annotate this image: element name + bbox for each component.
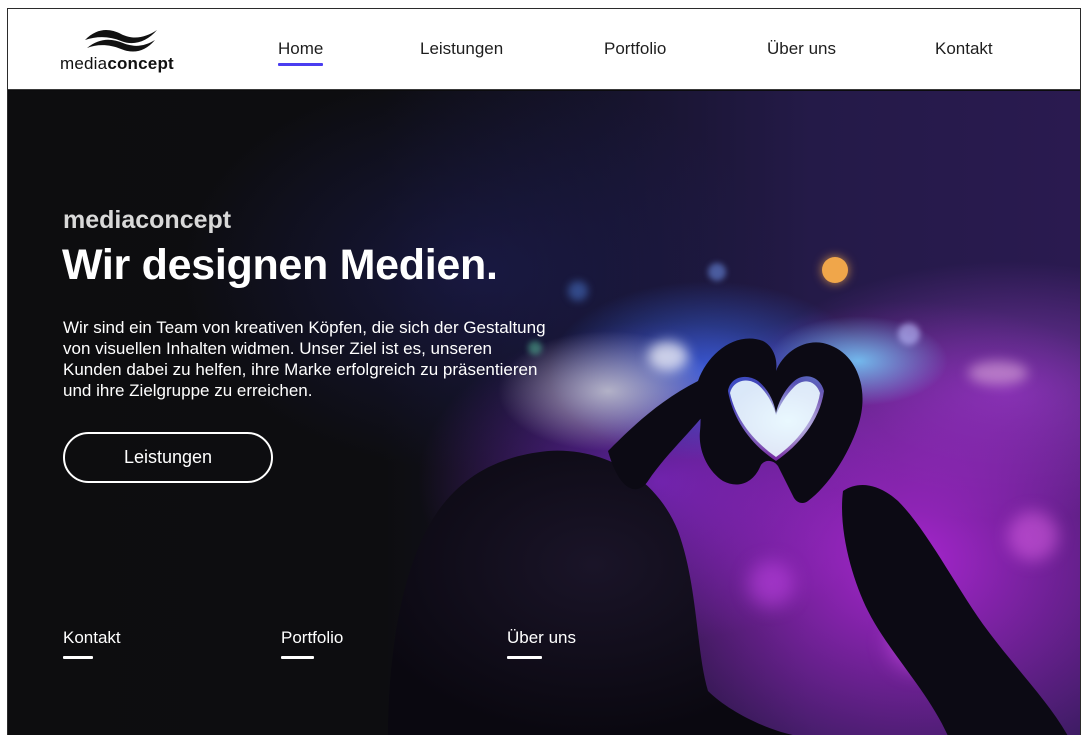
hero-description-line: Kunden dabei zu helfen, ihre Marke erfol… bbox=[63, 360, 538, 379]
nav-item-portfolio[interactable]: Portfolio bbox=[604, 39, 666, 59]
nav-item-kontakt[interactable]: Kontakt bbox=[935, 39, 993, 59]
wave-logo-icon bbox=[85, 30, 157, 52]
hero-title: Wir designen Medien. bbox=[62, 241, 498, 289]
browser-frame: mediaconcept Home Leistungen Portfolio Ü… bbox=[7, 8, 1081, 735]
hero-eyebrow: mediaconcept bbox=[63, 206, 232, 234]
footer-link-underline bbox=[507, 656, 542, 659]
nav-item-ueber-uns[interactable]: Über uns bbox=[767, 39, 836, 59]
footer-link-portfolio[interactable]: Portfolio bbox=[281, 628, 343, 648]
hero-description: Wir sind ein Team von kreativen Köpfen, … bbox=[63, 317, 623, 401]
logo-text-light: media bbox=[60, 54, 108, 73]
footer-link-underline bbox=[63, 656, 93, 659]
nav-item-home[interactable]: Home bbox=[278, 39, 323, 59]
footer-link-kontakt[interactable]: Kontakt bbox=[63, 628, 121, 648]
hero-section: mediaconcept Wir designen Medien. Wir si… bbox=[8, 91, 1080, 735]
site-header: mediaconcept Home Leistungen Portfolio Ü… bbox=[8, 9, 1080, 90]
footer-link-underline bbox=[281, 656, 314, 659]
hero-description-line: von visuellen Inhalten widmen. Unser Zie… bbox=[63, 339, 492, 358]
leistungen-button[interactable]: Leistungen bbox=[63, 432, 273, 483]
logo[interactable]: mediaconcept bbox=[60, 24, 190, 74]
logo-text-bold: concept bbox=[107, 54, 174, 73]
hero-description-line: und ihre Zielgruppe zu erreichen. bbox=[63, 381, 313, 400]
nav-active-underline bbox=[278, 63, 323, 66]
footer-link-ueber-uns[interactable]: Über uns bbox=[507, 628, 576, 648]
hero-description-line: Wir sind ein Team von kreativen Köpfen, … bbox=[63, 318, 546, 337]
nav-item-leistungen[interactable]: Leistungen bbox=[420, 39, 503, 59]
logo-wordmark: mediaconcept bbox=[60, 54, 174, 74]
